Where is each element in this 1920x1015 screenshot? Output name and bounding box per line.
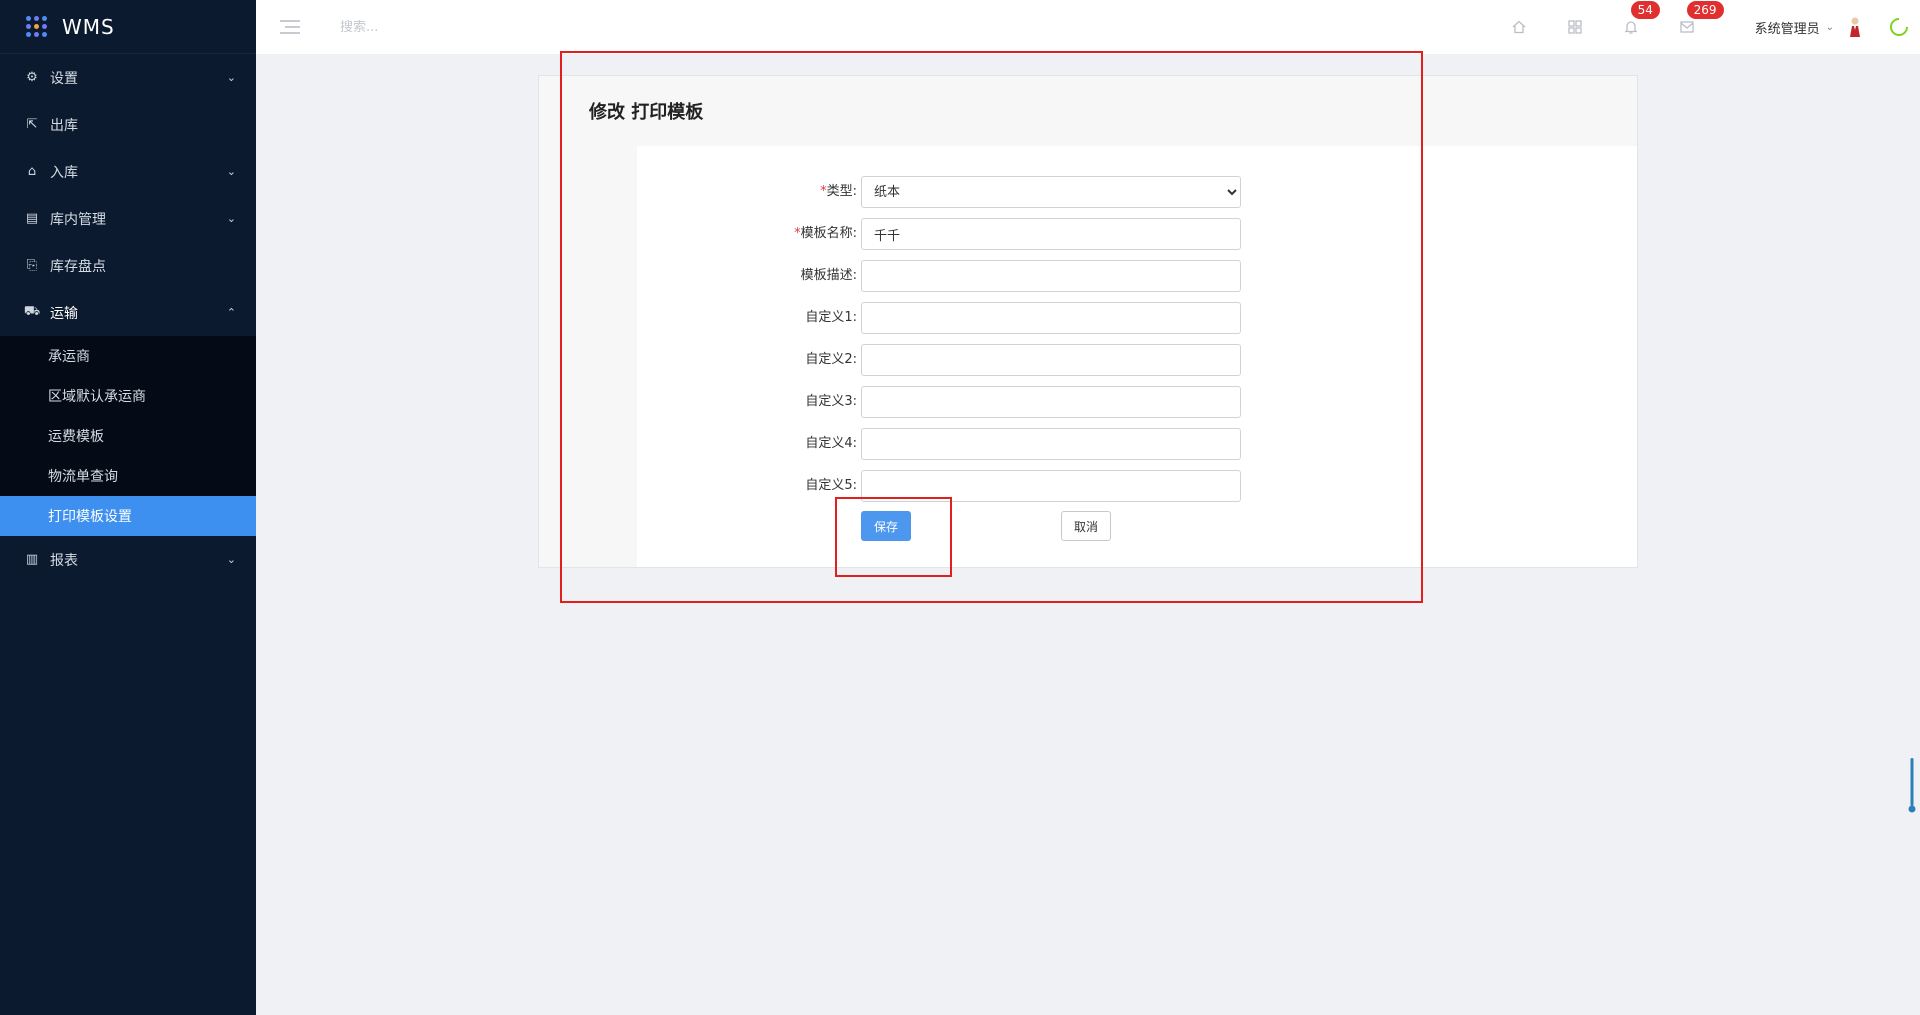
notification-badge: 54 <box>1630 1 1660 19</box>
form-row-type: *类型: 纸本 <box>637 176 1637 208</box>
custom5-label: 自定义5: <box>805 478 857 493</box>
card-header: 修改 打印模板 <box>539 76 1637 146</box>
sidebar-item-inbound[interactable]: ⌂ 入库 ⌄ <box>0 148 256 195</box>
apps-grid-icon <box>26 15 48 38</box>
sidebar-item-outbound[interactable]: ⇱ 出库 <box>0 101 256 148</box>
sidebar-item-label: 报表 <box>50 552 78 569</box>
message-badge: 269 <box>1686 1 1724 19</box>
form-row-custom5: 自定义5: <box>637 470 1637 502</box>
user-menu[interactable]: 系统管理员 ⌄ <box>1755 16 1866 38</box>
type-label: *类型: <box>820 184 857 199</box>
search-input[interactable] <box>340 19 540 35</box>
sidebar-item-settings[interactable]: ⚙ 设置 ⌄ <box>0 54 256 101</box>
template-name-label: *模板名称: <box>794 226 857 241</box>
card-side-panel <box>539 146 637 567</box>
sidebar-item-label: 库内管理 <box>50 211 106 228</box>
chevron-down-icon: ⌄ <box>226 165 236 178</box>
thermometer-icon <box>1908 758 1916 813</box>
sidebar-subitem-print-template[interactable]: 打印模板设置 <box>0 496 256 536</box>
sidebar-item-transport[interactable]: ⛟ 运输 ⌃ <box>0 289 256 336</box>
brand[interactable]: WMS <box>0 0 256 54</box>
loading-spinner-icon <box>1890 18 1908 36</box>
sidebar-item-warehouse[interactable]: ▤ 库内管理 ⌄ <box>0 195 256 242</box>
template-desc-label: 模板描述: <box>800 268 857 283</box>
sidebar-item-inventory[interactable]: ⎘ 库存盘点 <box>0 242 256 289</box>
chart-icon: ▥ <box>25 552 39 567</box>
outbound-icon: ⇱ <box>26 117 38 132</box>
custom2-input[interactable] <box>861 344 1241 376</box>
edit-print-template-card: 修改 打印模板 *类型: 纸本 *模板名称: 模板描述: 自定义1: 自定义2:… <box>538 75 1638 568</box>
apps-icon[interactable] <box>1547 0 1603 54</box>
user-name: 系统管理员 <box>1754 21 1820 37</box>
custom4-input[interactable] <box>861 428 1241 460</box>
custom5-input[interactable] <box>861 470 1241 502</box>
chevron-down-icon: ⌄ <box>226 553 236 566</box>
form-row-name: *模板名称: <box>637 218 1637 250</box>
sidebar-item-label: 出库 <box>50 117 78 134</box>
sidebar-subitem-default-carrier[interactable]: 区域默认承运商 <box>0 376 256 416</box>
chevron-up-icon: ⌃ <box>226 306 236 319</box>
print-template-form: *类型: 纸本 *模板名称: 模板描述: 自定义1: 自定义2: 自定义3: 自… <box>637 146 1637 567</box>
form-row-custom2: 自定义2: <box>637 344 1637 376</box>
cancel-button[interactable]: 取消 <box>1061 511 1111 541</box>
inbound-icon: ⌂ <box>27 164 37 179</box>
sidebar-item-label: 库存盘点 <box>50 258 106 275</box>
sidebar-menu: ⚙ 设置 ⌄ ⇱ 出库 ⌂ 入库 ⌄ ▤ 库内管理 ⌄ ⎘ 库存盘点 ⛟ 运输 … <box>0 54 256 583</box>
chevron-down-icon: ⌄ <box>226 212 236 225</box>
template-name-input[interactable] <box>861 218 1241 250</box>
header-actions: 54 269 系统管理员 ⌄ <box>1491 0 1920 54</box>
transport-submenu: 承运商 区域默认承运商 运费模板 物流单查询 打印模板设置 <box>0 336 256 536</box>
form-row-custom1: 自定义1: <box>637 302 1637 334</box>
gear-icon: ⚙ <box>26 70 38 85</box>
sidebar-subitem-freight-template[interactable]: 运费模板 <box>0 416 256 456</box>
save-button[interactable]: 保存 <box>861 511 911 541</box>
sidebar-item-reports[interactable]: ▥ 报表 ⌄ <box>0 536 256 583</box>
custom1-label: 自定义1: <box>805 310 857 325</box>
custom3-input[interactable] <box>861 386 1241 418</box>
chevron-down-icon: ⌄ <box>226 71 236 84</box>
custom1-input[interactable] <box>861 302 1241 334</box>
message-icon[interactable]: 269 <box>1659 0 1724 54</box>
top-header: 54 269 系统管理员 ⌄ <box>256 0 1920 54</box>
home-icon[interactable] <box>1491 0 1547 54</box>
custom2-label: 自定义2: <box>805 352 857 367</box>
custom3-label: 自定义3: <box>805 394 857 409</box>
sidebar: WMS ⚙ 设置 ⌄ ⇱ 出库 ⌂ 入库 ⌄ ▤ 库内管理 ⌄ ⎘ 库存盘点 ⛟… <box>0 0 256 1015</box>
form-row-custom3: 自定义3: <box>637 386 1637 418</box>
brand-title: WMS <box>62 14 115 39</box>
form-row-custom4: 自定义4: <box>637 428 1637 460</box>
sidebar-subitem-carriers[interactable]: 承运商 <box>0 336 256 376</box>
avatar <box>1850 17 1860 37</box>
type-select[interactable]: 纸本 <box>861 176 1241 208</box>
form-row-desc: 模板描述: <box>637 260 1637 292</box>
custom4-label: 自定义4: <box>805 436 857 451</box>
inventory-icon: ⎘ <box>26 258 38 273</box>
chevron-down-icon: ⌄ <box>1825 21 1834 33</box>
menu-toggle-icon[interactable] <box>280 20 300 34</box>
bell-icon[interactable]: 54 <box>1603 0 1660 54</box>
sidebar-item-label: 设置 <box>50 70 78 87</box>
template-desc-input[interactable] <box>861 260 1241 292</box>
sidebar-item-label: 运输 <box>50 305 78 322</box>
page-title: 修改 打印模板 <box>589 102 704 123</box>
warehouse-icon: ▤ <box>25 211 39 226</box>
sidebar-item-label: 入库 <box>50 164 78 181</box>
truck-icon: ⛟ <box>23 304 41 319</box>
sidebar-subitem-waybill-query[interactable]: 物流单查询 <box>0 456 256 496</box>
